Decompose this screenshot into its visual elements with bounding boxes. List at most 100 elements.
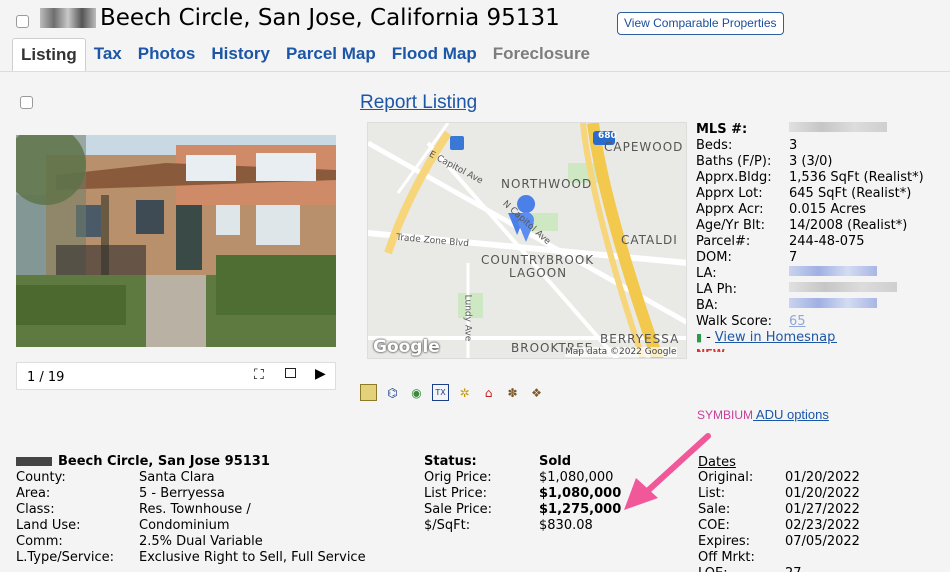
- tab-parcel-map[interactable]: Parcel Map: [278, 38, 384, 71]
- list-price: $1,080,000: [539, 486, 622, 501]
- walk-score-label: Walk Score:: [696, 314, 773, 329]
- house-icon[interactable]: ⌂: [480, 384, 497, 401]
- fullscreen-icon[interactable]: ⛶: [254, 367, 264, 383]
- page-title: Beech Circle, San Jose, California 95131: [100, 5, 560, 31]
- price-key: $/SqFt:: [424, 518, 471, 533]
- redacted-agent-phone: [789, 282, 897, 292]
- toolbar-icons: ⌬ ◉ TX ✲ ⌂ ✽ ❖: [360, 384, 545, 401]
- google-logo: Google: [373, 337, 440, 357]
- detail-value: Condominium: [139, 518, 230, 533]
- mls-key: Baths (F/P):: [696, 154, 772, 169]
- sun-icon[interactable]: ✲: [456, 384, 473, 401]
- mls-heading: MLS #:: [696, 122, 748, 137]
- detail-key: L.Type/Service:: [16, 550, 115, 565]
- play-icon[interactable]: ▶: [315, 366, 326, 382]
- new-badge: NEW: [696, 346, 725, 352]
- homesnap-link[interactable]: View in Homesnap P: [715, 330, 837, 346]
- detail-key: County:: [16, 470, 66, 485]
- photo-counter: 1 / 19: [27, 370, 65, 385]
- mls-value: 7: [789, 250, 798, 265]
- view-comparable-button[interactable]: View Comparable Properties: [617, 12, 784, 35]
- map-label-countrybrook: COUNTRYBROOK: [481, 253, 595, 267]
- tab-history[interactable]: History: [203, 38, 278, 71]
- detail-value: 2.5% Dual Variable: [139, 534, 263, 549]
- redacted-buyer-agent-link[interactable]: [789, 298, 877, 308]
- price-key: Orig Price:: [424, 470, 492, 485]
- ba-label: BA:: [696, 298, 718, 313]
- image-icon[interactable]: [360, 384, 377, 401]
- detail-key: Land Use:: [16, 518, 81, 533]
- date-key: Off Mrkt:: [698, 550, 755, 565]
- mls-info-panel: MLS #: Beds: 3 Baths (F/P): 3 (3/0) Apprx.…: [696, 122, 924, 352]
- tab-bar: Listing Tax Photos History Parcel Map Fl…: [12, 38, 598, 72]
- walk-score-link[interactable]: 65: [789, 314, 806, 330]
- redacted-mls-number: [789, 122, 887, 132]
- photo-counter-bar: 1 / 19 ⛶ ▶: [16, 362, 336, 390]
- location-map[interactable]: 680 CAPEWOOD NORTHWOOD CATALDI COUNTRYBR…: [367, 122, 687, 359]
- mls-value: 1,536 SqFt (Realist*): [789, 170, 924, 185]
- date-key: Expires:: [698, 534, 750, 549]
- globe-icon[interactable]: ◉: [408, 384, 425, 401]
- mls-key: DOM:: [696, 250, 732, 265]
- report-listing-link[interactable]: Report Listing: [360, 92, 477, 114]
- mls-value: 0.015 Acres: [789, 202, 866, 217]
- date-key: LOE:: [698, 566, 728, 572]
- map-label-northwood: NORTHWOOD: [501, 177, 593, 191]
- detail-value: Res. Townhouse /: [139, 502, 251, 517]
- date-key: COE:: [698, 518, 730, 533]
- status-value: Sold: [539, 454, 572, 469]
- map-label-berryessa: BERRYESSA: [600, 332, 680, 346]
- date-value: 27: [785, 566, 802, 572]
- redacted-street-number-small: [16, 457, 52, 466]
- mls-key: Apprx Acr:: [696, 202, 764, 217]
- detail-key: Area:: [16, 486, 51, 501]
- select-checkbox[interactable]: [16, 15, 29, 28]
- detail-value: 5 - Berryessa: [139, 486, 225, 501]
- tab-listing[interactable]: Listing: [12, 38, 86, 71]
- adu-options-link[interactable]: SYMBIUM ADU options: [697, 407, 829, 422]
- symbium-brand: SYMBIUM: [697, 408, 754, 422]
- mls-key: Parcel#:: [696, 234, 751, 249]
- date-value: 07/05/2022: [785, 534, 860, 549]
- price-key: List Price:: [424, 486, 487, 501]
- adu-options-label[interactable]: ADU options: [753, 407, 829, 422]
- detail-key: Comm:: [16, 534, 63, 549]
- sale-price: $1,275,000: [539, 502, 622, 517]
- price-per-sqft: $830.08: [539, 518, 593, 533]
- expand-icon[interactable]: [285, 368, 296, 378]
- mls-value: 244-48-075: [789, 234, 865, 249]
- map-label-capewood: CAPEWOOD: [604, 140, 684, 154]
- orig-price: $1,080,000: [539, 470, 614, 485]
- tax-icon[interactable]: TX: [432, 384, 449, 401]
- tab-divider: [0, 71, 950, 72]
- redacted-street-number: [40, 8, 96, 28]
- community-icon[interactable]: ❖: [528, 384, 545, 401]
- mls-value: 645 SqFt (Realist*): [789, 186, 912, 201]
- mls-value: 3 (3/0): [789, 154, 833, 169]
- listing-photo[interactable]: [16, 135, 336, 347]
- annotation-arrow: [624, 433, 711, 510]
- mls-value: 14/2008 (Realist*): [789, 218, 908, 233]
- redacted-agent-link[interactable]: [789, 266, 877, 276]
- mls-key: Apprx.Bldg:: [696, 170, 772, 185]
- binoculars-icon[interactable]: ⌬: [384, 384, 401, 401]
- townhouse-image: [16, 135, 336, 347]
- tab-foreclosure: Foreclosure: [492, 44, 591, 63]
- la-phone-label: LA Ph:: [696, 282, 738, 297]
- map-label-cataldi: CATALDI: [621, 233, 678, 247]
- photo-select-checkbox[interactable]: [20, 96, 33, 109]
- mls-key: Apprx Lot:: [696, 186, 763, 201]
- date-value: 01/20/2022: [785, 486, 860, 501]
- mls-value: 3: [789, 138, 798, 153]
- detail-address: Beech Circle, San Jose 95131: [58, 454, 270, 469]
- date-value: 02/23/2022: [785, 518, 860, 533]
- map-attribution: Map data ©2022 Google: [565, 347, 677, 357]
- homesnap-separator: -: [706, 330, 711, 345]
- school-icon[interactable]: ✽: [504, 384, 521, 401]
- detail-key: Class:: [16, 502, 55, 517]
- la-label: LA:: [696, 266, 717, 281]
- tab-tax[interactable]: Tax: [86, 38, 130, 71]
- tab-photos[interactable]: Photos: [130, 38, 204, 71]
- date-value: 01/20/2022: [785, 470, 860, 485]
- tab-flood-map[interactable]: Flood Map: [384, 38, 485, 71]
